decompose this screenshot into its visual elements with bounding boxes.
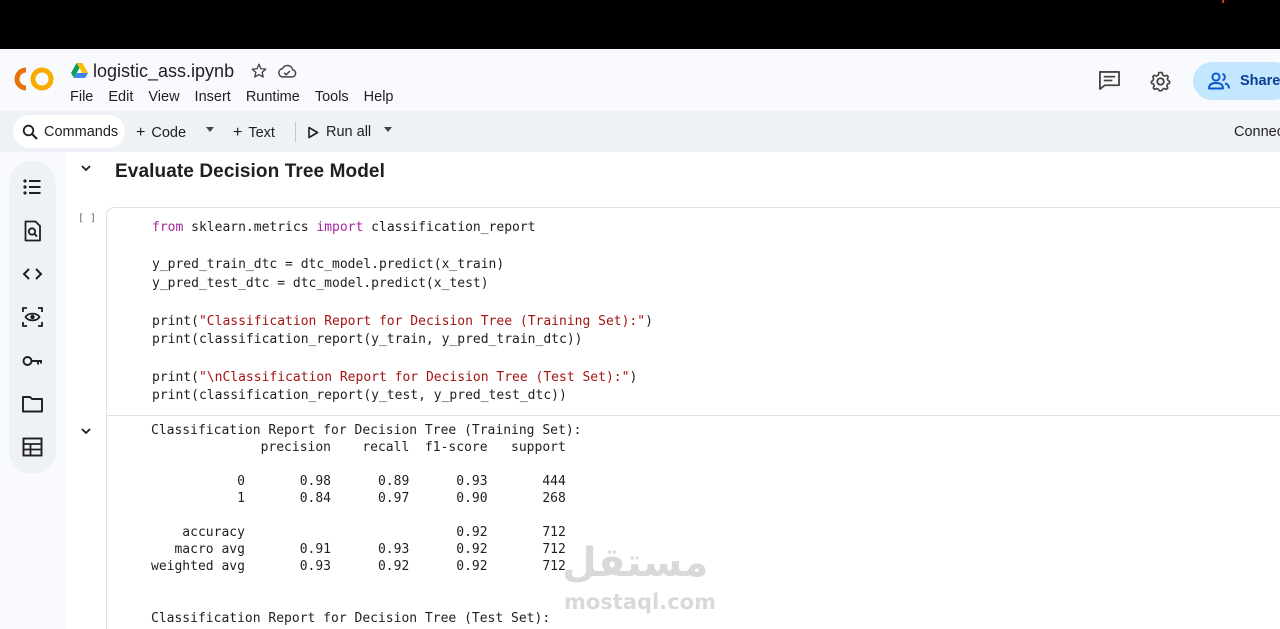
commands-button[interactable]: Commands <box>13 115 125 148</box>
add-code-label: Code <box>151 125 187 141</box>
code-line: y_pred_test_dtc = dtc_model.predict(x_te… <box>152 276 489 291</box>
code-line: print("\nClassification Report for Decis… <box>152 370 638 385</box>
code-dropdown-chevron-icon[interactable] <box>206 127 214 132</box>
output-line: precision recall f1-score support <box>151 440 566 455</box>
google-drive-icon <box>71 63 88 78</box>
find-in-document-icon[interactable] <box>21 220 44 242</box>
share-label: Share <box>1240 73 1280 89</box>
share-button[interactable]: Share <box>1193 62 1280 100</box>
code-cell[interactable]: from sklearn.metrics import classificati… <box>106 207 1280 629</box>
code-line: from sklearn.metrics import classificati… <box>152 220 536 235</box>
cell-output: Classification Report for Decision Tree … <box>107 416 1280 629</box>
menu-file[interactable]: File <box>70 89 93 105</box>
system-top-bar <box>0 0 1280 49</box>
menu-view[interactable]: View <box>148 89 179 105</box>
output-line: Classification Report for Decision Tree … <box>151 611 551 626</box>
menu-insert[interactable]: Insert <box>195 89 231 105</box>
recording-indicator <box>1222 0 1224 3</box>
output-line: Classification Report for Decision Tree … <box>151 423 582 438</box>
data-table-icon[interactable] <box>21 436 44 458</box>
side-rail <box>9 161 56 474</box>
run-all-dropdown-chevron-icon[interactable] <box>384 127 392 132</box>
add-text-button[interactable]: + Text <box>233 124 275 142</box>
menu-bar: File Edit View Insert Runtime Tools Help <box>70 89 409 105</box>
secrets-key-icon[interactable] <box>21 350 44 372</box>
search-icon <box>22 124 38 140</box>
menu-help[interactable]: Help <box>364 89 394 105</box>
notebook-toolbar: Commands + Code + Text Run all Connect <box>0 111 1280 152</box>
menu-tools[interactable]: Tools <box>315 89 349 105</box>
code-line: print(classification_report(y_train, y_p… <box>152 332 583 347</box>
main-area: Evaluate Decision Tree Model [ ] from sk… <box>0 152 1280 629</box>
variables-inspector-icon[interactable] <box>21 306 44 328</box>
table-of-contents-icon[interactable] <box>21 176 44 198</box>
collapse-output-chevron-icon[interactable] <box>80 425 92 437</box>
connect-button[interactable]: Connect <box>1234 124 1280 140</box>
menu-runtime[interactable]: Runtime <box>246 89 300 105</box>
add-text-label: Text <box>248 125 275 141</box>
gear-icon[interactable] <box>1149 70 1172 93</box>
output-line: 1 0.84 0.97 0.90 268 <box>151 491 566 506</box>
code-snippets-icon[interactable] <box>21 263 44 285</box>
plus-icon: + <box>136 124 146 141</box>
play-icon <box>308 126 319 138</box>
run-all-button[interactable]: Run all <box>307 124 371 140</box>
plus-icon: + <box>233 124 243 141</box>
run-cell-button[interactable]: [ ] <box>78 213 96 224</box>
code-editor[interactable]: from sklearn.metrics import classificati… <box>107 208 1280 415</box>
notebook-panel: Evaluate Decision Tree Model [ ] from sk… <box>65 152 1280 629</box>
folder-icon[interactable] <box>21 393 44 415</box>
people-icon <box>1208 72 1230 90</box>
colab-logo-icon[interactable] <box>13 66 55 92</box>
toolbar-divider <box>295 122 296 142</box>
run-all-label: Run all <box>326 124 372 140</box>
output-line: accuracy 0.92 712 <box>151 525 566 540</box>
code-line: y_pred_train_dtc = dtc_model.predict(x_t… <box>152 257 505 272</box>
collapse-section-chevron-icon[interactable] <box>80 162 92 174</box>
output-line: macro avg 0.91 0.93 0.92 712 <box>151 542 566 557</box>
notebook-filename[interactable]: logistic_ass.ipynb <box>93 61 234 82</box>
comment-icon[interactable] <box>1098 70 1121 91</box>
commands-label: Commands <box>44 123 119 140</box>
cloud-saved-icon[interactable] <box>277 62 297 80</box>
menu-edit[interactable]: Edit <box>108 89 133 105</box>
star-icon[interactable] <box>250 62 268 80</box>
section-heading: Evaluate Decision Tree Model <box>115 161 385 182</box>
code-line: print("Classification Report for Decisio… <box>152 314 653 329</box>
output-line: weighted avg 0.93 0.92 0.92 712 <box>151 559 566 574</box>
code-line: print(classification_report(y_test, y_pr… <box>152 388 567 403</box>
add-code-button[interactable]: + Code <box>136 124 186 142</box>
output-line: 0 0.98 0.89 0.93 444 <box>151 474 566 489</box>
